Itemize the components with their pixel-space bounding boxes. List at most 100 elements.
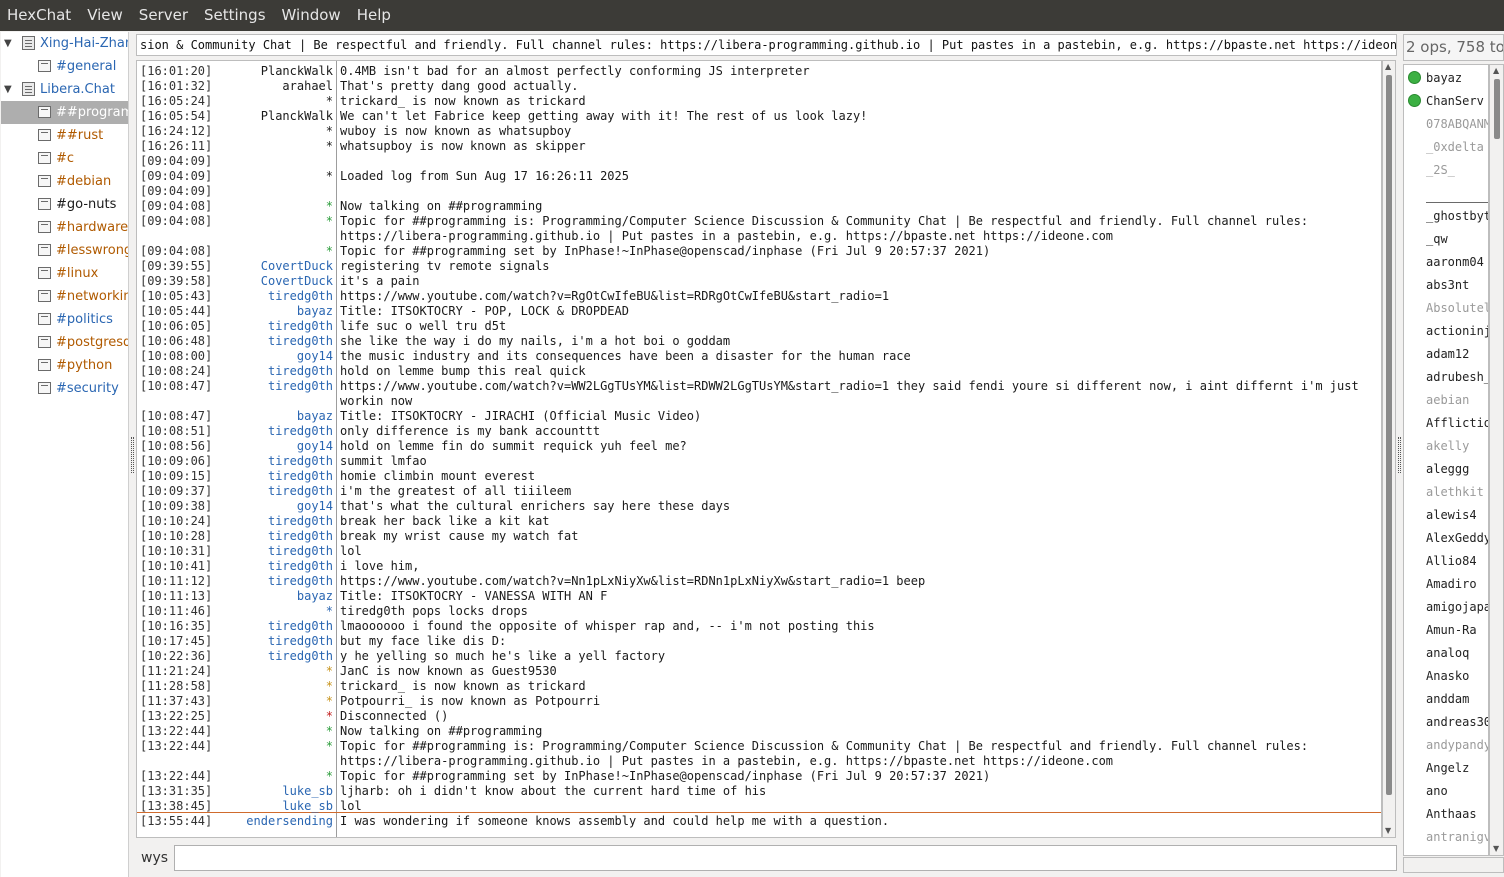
user-list-item[interactable]: akelly — [1426, 435, 1469, 458]
channel-item[interactable]: ##rust — [1, 124, 128, 147]
nick-label[interactable]: luke_sb — [217, 799, 333, 814]
channel-item[interactable]: #lesswrong — [1, 239, 128, 262]
user-list-item[interactable]: AlexGeddy — [1426, 527, 1488, 550]
nick-label[interactable]: tiredg0th — [217, 379, 333, 394]
nick-label[interactable]: PlanckWalk — [217, 109, 333, 124]
channel-item[interactable]: #politics — [1, 308, 128, 331]
nick-label[interactable]: goy14 — [217, 439, 333, 454]
user-list-item[interactable]: _ghostbyte — [1426, 205, 1488, 228]
nick-button[interactable]: wys — [141, 850, 168, 866]
user-list-item[interactable]: _0xdelta — [1426, 136, 1484, 159]
left-pane-resize-handle[interactable] — [131, 437, 134, 473]
right-pane-resize-handle[interactable] — [1398, 437, 1401, 473]
menu-server[interactable]: Server — [131, 0, 196, 31]
user-list-item[interactable]: Affliction — [1426, 412, 1488, 435]
channel-item[interactable]: #go-nuts — [1, 193, 128, 216]
nick-label[interactable]: tiredg0th — [217, 544, 333, 559]
nick-label[interactable]: endersending — [217, 814, 333, 829]
user-list[interactable]: bayaz ChanServ 078ABQANM _0xdelta _2S_ _ghost… — [1403, 64, 1489, 856]
user-scroll-thumb[interactable] — [1494, 79, 1500, 139]
nick-label[interactable]: luke_sb — [217, 784, 333, 799]
user-list-item[interactable]: antranigv — [1426, 826, 1488, 849]
nick-label[interactable]: tiredg0th — [217, 529, 333, 544]
user-list-item[interactable]: ano — [1426, 780, 1448, 803]
nick-label[interactable]: tiredg0th — [217, 289, 333, 304]
user-list-hscrollbar[interactable] — [1403, 857, 1504, 873]
nick-label[interactable]: goy14 — [217, 499, 333, 514]
nick-label[interactable]: tiredg0th — [217, 484, 333, 499]
user-list-item[interactable]: andypandy — [1426, 734, 1488, 757]
channel-item[interactable]: #networking — [1, 285, 128, 308]
user-list-item[interactable]: ChanServ — [1426, 90, 1484, 113]
user-list-item[interactable]: 078ABQANM — [1426, 113, 1488, 136]
user-list-item[interactable]: alewis4 — [1426, 504, 1477, 527]
channel-item[interactable]: #c — [1, 147, 128, 170]
channel-item[interactable]: #security — [1, 377, 128, 400]
user-list-item[interactable]: bayaz — [1426, 67, 1462, 90]
nick-label[interactable]: arahael — [217, 79, 333, 94]
user-list-item[interactable]: Amadiro — [1426, 573, 1477, 596]
user-list-item[interactable]: aaronm04 — [1426, 251, 1484, 274]
nick-label[interactable]: bayaz — [217, 409, 333, 424]
user-list-item[interactable]: Anasko — [1426, 665, 1469, 688]
message-input[interactable] — [174, 845, 1397, 871]
expand-arrow-icon[interactable]: ▼ — [4, 32, 12, 55]
user-list-item[interactable]: adam12 — [1426, 343, 1469, 366]
nick-label[interactable]: tiredg0th — [217, 559, 333, 574]
expand-arrow-icon[interactable]: ▼ — [4, 78, 12, 101]
server-item[interactable]: ▼ Xing-Hai-Zhan — [1, 32, 128, 55]
nick-label[interactable]: tiredg0th — [217, 574, 333, 589]
user-list-item[interactable]: _2S_ — [1426, 159, 1455, 182]
nick-label[interactable]: tiredg0th — [217, 319, 333, 334]
nick-label[interactable]: tiredg0th — [217, 514, 333, 529]
user-list-item[interactable]: Anthaas — [1426, 803, 1477, 826]
channel-item[interactable]: #debian — [1, 170, 128, 193]
scroll-down-icon[interactable]: ▼ — [1493, 844, 1499, 853]
scroll-up-icon[interactable]: ▲ — [1493, 66, 1499, 75]
nick-label[interactable]: CovertDuck — [217, 259, 333, 274]
user-list-item[interactable]: aebian — [1426, 389, 1469, 412]
user-list-item[interactable]: analoq — [1426, 642, 1469, 665]
user-list-scrollbar[interactable]: ▲ ▼ — [1489, 64, 1504, 856]
nick-label[interactable]: tiredg0th — [217, 634, 333, 649]
user-list-item[interactable]: Absolutely — [1426, 297, 1488, 320]
channel-item[interactable]: #linux — [1, 262, 128, 285]
chat-scrollbar[interactable]: ▲ ▼ — [1382, 60, 1396, 838]
nick-label[interactable]: PlanckWalk — [217, 64, 333, 79]
server-item[interactable]: ▼ Libera.Chat — [1, 78, 128, 101]
user-list-item[interactable]: _qw — [1426, 228, 1448, 251]
nick-label[interactable]: tiredg0th — [217, 424, 333, 439]
nick-label[interactable]: tiredg0th — [217, 334, 333, 349]
user-list-item[interactable]: Allio84 — [1426, 550, 1477, 573]
channel-item[interactable]: #postgresql — [1, 331, 128, 354]
channel-item[interactable]: #general — [1, 55, 128, 78]
menu-window[interactable]: Window — [274, 0, 349, 31]
nick-label[interactable]: CovertDuck — [217, 274, 333, 289]
user-list-item[interactable]: aleggg — [1426, 458, 1469, 481]
nick-label[interactable]: goy14 — [217, 349, 333, 364]
channel-item[interactable]: #hardware — [1, 216, 128, 239]
user-list-item[interactable]: actioninja — [1426, 320, 1488, 343]
user-list-item[interactable]: amigojapan — [1426, 596, 1488, 619]
nick-label[interactable]: tiredg0th — [217, 454, 333, 469]
menu-settings[interactable]: Settings — [196, 0, 274, 31]
user-list-item[interactable]: alethkit — [1426, 481, 1484, 504]
chat-log[interactable]: [16:01:20] PlanckWalk 0.4MB isn't bad for … — [136, 60, 1382, 838]
user-list-item[interactable]: anddam — [1426, 688, 1469, 711]
menu-view[interactable]: View — [79, 0, 131, 31]
channel-item[interactable]: #python — [1, 354, 128, 377]
chat-scroll-thumb[interactable] — [1386, 75, 1392, 795]
nick-label[interactable]: tiredg0th — [217, 649, 333, 664]
scroll-down-icon[interactable]: ▼ — [1385, 826, 1391, 835]
user-list-item[interactable]: adrubesh_ — [1426, 366, 1488, 389]
topic-bar[interactable]: sion & Community Chat | Be respectful an… — [136, 34, 1397, 56]
user-list-item[interactable]: Amun-Ra — [1426, 619, 1477, 642]
user-list-item[interactable]: Angelz — [1426, 757, 1469, 780]
nick-label[interactable]: tiredg0th — [217, 619, 333, 634]
user-list-item[interactable]: abs3nt — [1426, 274, 1469, 297]
nick-label[interactable]: tiredg0th — [217, 364, 333, 379]
menu-help[interactable]: Help — [349, 0, 399, 31]
menu-hexchat[interactable]: HexChat — [0, 0, 79, 31]
nick-label[interactable]: tiredg0th — [217, 469, 333, 484]
nick-label[interactable]: bayaz — [217, 589, 333, 604]
